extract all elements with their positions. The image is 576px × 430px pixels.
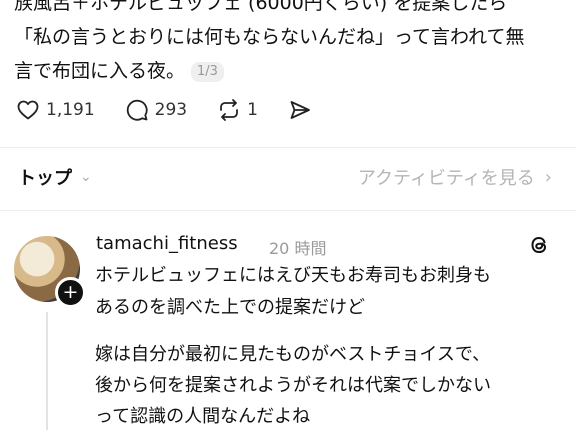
divider	[0, 210, 576, 211]
repost-icon	[220, 99, 239, 121]
repost-count: 1	[247, 100, 258, 120]
reply-text-line-4: 後から何を提案されようがそれは代案でしかない	[95, 375, 491, 396]
post-actions: 1,191 293 1	[16, 95, 342, 125]
post-text-line-1: 族風呂＋ホテルビュッフェ (6000円くらい) を提案したら	[14, 0, 508, 14]
reply-timestamp: 20 時間	[269, 239, 327, 258]
threads-logo-icon[interactable]	[527, 233, 551, 257]
reply-text-line-2: あるのを調べた上での提案だけど	[95, 297, 365, 318]
divider	[0, 147, 576, 148]
like-count: 1,191	[46, 100, 95, 120]
like-button[interactable]: 1,191	[16, 98, 95, 122]
send-icon	[290, 101, 310, 119]
heart-icon	[17, 100, 39, 120]
reply-username[interactable]: tamachi_fitness	[96, 233, 238, 254]
chevron-down-icon: ⌄	[80, 169, 92, 185]
sort-dropdown[interactable]: トップ ⌄	[18, 164, 92, 190]
post-text-line-3-text: 言で布団に入る夜。	[14, 60, 186, 82]
repost-button[interactable]: 1	[217, 98, 258, 122]
sort-bar: トップ ⌄ アクティビティを見る ›	[18, 162, 552, 192]
chevron-right-icon: ›	[544, 166, 552, 188]
comment-icon	[126, 99, 148, 121]
reply-text-line-3: 嫁は自分が最初に見たものがベストチョイスで、	[95, 344, 491, 365]
comment-button[interactable]: 293	[125, 98, 187, 122]
activity-link-label: アクティビティを見る	[357, 168, 535, 189]
share-button[interactable]	[288, 98, 312, 122]
activity-link[interactable]: アクティビティを見る ›	[358, 164, 552, 190]
comment-count: 293	[154, 100, 188, 120]
post-text-line-2: 「私の言うとおりには何もならないんだね」って言われて無	[14, 26, 525, 48]
follow-plus-icon[interactable]: +	[55, 277, 86, 308]
post-text-line-3: 言で布団に入る夜。 1/3	[14, 59, 224, 83]
reply-text-line-5: って認識の人間なんだよね	[95, 406, 311, 427]
page-indicator: 1/3	[191, 62, 224, 82]
reply-text-line-1: ホテルビュッフェにはえび天もお寿司もお刺身も	[95, 265, 491, 286]
sort-label: トップ	[18, 168, 72, 189]
thread-connector-line	[46, 312, 48, 430]
